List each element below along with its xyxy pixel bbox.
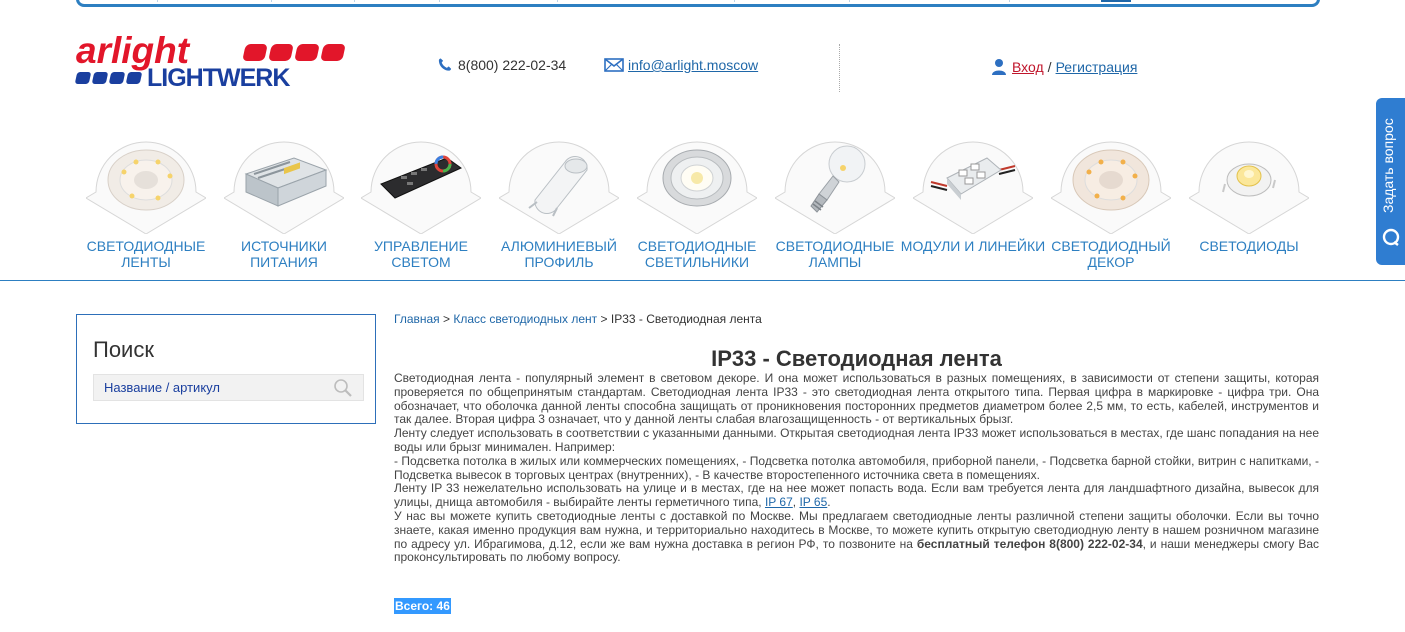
login-link[interactable]: Вход	[1012, 59, 1044, 75]
header-email: info@arlight.moscow	[604, 57, 758, 73]
phone-icon	[438, 58, 452, 71]
top-nav-divider	[734, 0, 735, 2]
category-aluminum-profile[interactable]: Алюминиевый профиль	[489, 120, 629, 280]
total-count: Всего: 46	[394, 598, 451, 614]
category-label: Светодиодный декор	[1051, 238, 1171, 270]
envelope-icon	[604, 58, 624, 72]
category-label: Алюминиевый профиль	[500, 238, 617, 270]
category-label: Источники питания	[241, 238, 327, 270]
led-bulb-icon	[775, 141, 895, 234]
top-nav-divider	[557, 0, 558, 2]
breadcrumb-separator: >	[443, 312, 451, 326]
description-paragraph: - Подсветка потолка в жилых или коммерче…	[394, 453, 1319, 482]
search-input[interactable]	[94, 375, 334, 400]
remote-control-icon	[361, 141, 481, 234]
category-nav-underline	[0, 280, 1405, 281]
top-nav-bar	[76, 0, 1320, 7]
top-nav-divider	[439, 0, 440, 2]
description-paragraph: Светодиодная лента - популярный элемент …	[394, 371, 1319, 427]
register-link[interactable]: Регистрация	[1056, 59, 1138, 75]
category-light-control[interactable]: Управление светом	[351, 120, 491, 280]
ask-question-tab[interactable]: Задать вопрос	[1376, 98, 1405, 265]
user-icon	[992, 59, 1006, 75]
category-label: Светодиодные светильники	[637, 238, 757, 270]
free-phone-text: бесплатный телефон 8(800) 222-02-34	[916, 536, 1143, 551]
description-text: Ленту IP 33 нежелательно использовать на…	[394, 481, 1319, 510]
category-modules[interactable]: Модули и линейки	[901, 120, 1045, 280]
logo-red-squares	[242, 44, 346, 61]
breadcrumb: Главная > Класс светодиодных лент > IP33…	[394, 312, 1319, 330]
auth-links: Вход / Регистрация	[990, 58, 1137, 76]
single-led-icon	[1189, 141, 1309, 234]
page-title: IP33 - Светодиодная лента	[711, 346, 1002, 371]
top-nav-divider	[157, 0, 158, 2]
top-nav-divider	[1009, 0, 1010, 2]
power-supply-icon	[224, 141, 344, 234]
breadcrumb-home[interactable]: Главная	[394, 312, 440, 326]
description-paragraph: Ленту IP 33 нежелательно использовать на…	[394, 482, 1319, 510]
category-power-supplies[interactable]: Источники питания	[214, 120, 354, 280]
category-nav: Светодиодные ленты Источники питания Упр…	[76, 120, 1326, 280]
main-content: Главная > Класс светодиодных лент > IP33…	[394, 312, 1319, 565]
top-nav-active-item[interactable]	[1101, 0, 1131, 2]
category-label: Светодиодные лампы	[775, 238, 895, 270]
search-icon[interactable]	[333, 378, 353, 398]
category-label: Светодиоды	[1199, 238, 1299, 254]
logo-lightwerk: LIGHTWERK	[74, 64, 290, 92]
category-led-lamps[interactable]: Светодиодные лампы	[765, 120, 905, 280]
decor-reel-icon	[1051, 141, 1171, 234]
email-link[interactable]: info@arlight.moscow	[628, 57, 758, 73]
breadcrumb-class[interactable]: Класс светодиодных лент	[453, 312, 597, 326]
description-paragraph: Ленту следует использовать в соответстви…	[394, 426, 1319, 454]
category-leds[interactable]: Светодиоды	[1179, 120, 1319, 280]
breadcrumb-current: IP33 - Светодиодная лента	[610, 312, 762, 326]
ip67-link[interactable]: IP 67	[765, 495, 793, 509]
page-description: Светодиодная лента - популярный элемент …	[394, 371, 1319, 565]
downlight-icon	[637, 141, 757, 234]
top-nav-divider	[849, 0, 850, 2]
led-module-icon	[913, 141, 1033, 234]
description-paragraph: У нас вы можете купить светодиодные лент…	[394, 509, 1319, 565]
chat-bubble-icon	[1382, 228, 1400, 246]
aluminum-profile-icon	[499, 141, 619, 234]
category-led-strips[interactable]: Светодиодные ленты	[76, 120, 216, 280]
header-divider	[839, 44, 840, 92]
category-label: Светодиодные ленты	[86, 238, 206, 270]
led-strip-reel-icon	[86, 141, 206, 234]
site-logo[interactable]: arlight LIGHTWERK	[74, 32, 346, 92]
logo-lightwerk-text: LIGHTWERK	[147, 64, 290, 92]
phone-number: 8(800) 222-02-34	[458, 57, 567, 73]
search-field-wrapper	[93, 374, 364, 401]
category-label: Модули и линейки	[900, 238, 1046, 254]
description-text: .	[827, 495, 831, 510]
header-phone: 8(800) 222-02-34	[437, 57, 566, 73]
ask-question-label: Задать вопрос	[1380, 118, 1396, 213]
ip65-link[interactable]: IP 65	[799, 495, 827, 509]
search-panel: Поиск	[76, 314, 376, 424]
category-label: Управление светом	[374, 238, 468, 270]
breadcrumb-separator: >	[600, 312, 608, 326]
auth-separator: /	[1047, 59, 1052, 75]
category-led-luminaires[interactable]: Светодиодные светильники	[627, 120, 767, 280]
top-nav-divider	[271, 0, 272, 2]
category-led-decor[interactable]: Светодиодный декор	[1041, 120, 1181, 280]
search-title: Поиск	[93, 337, 154, 362]
top-nav-divider	[354, 0, 355, 2]
